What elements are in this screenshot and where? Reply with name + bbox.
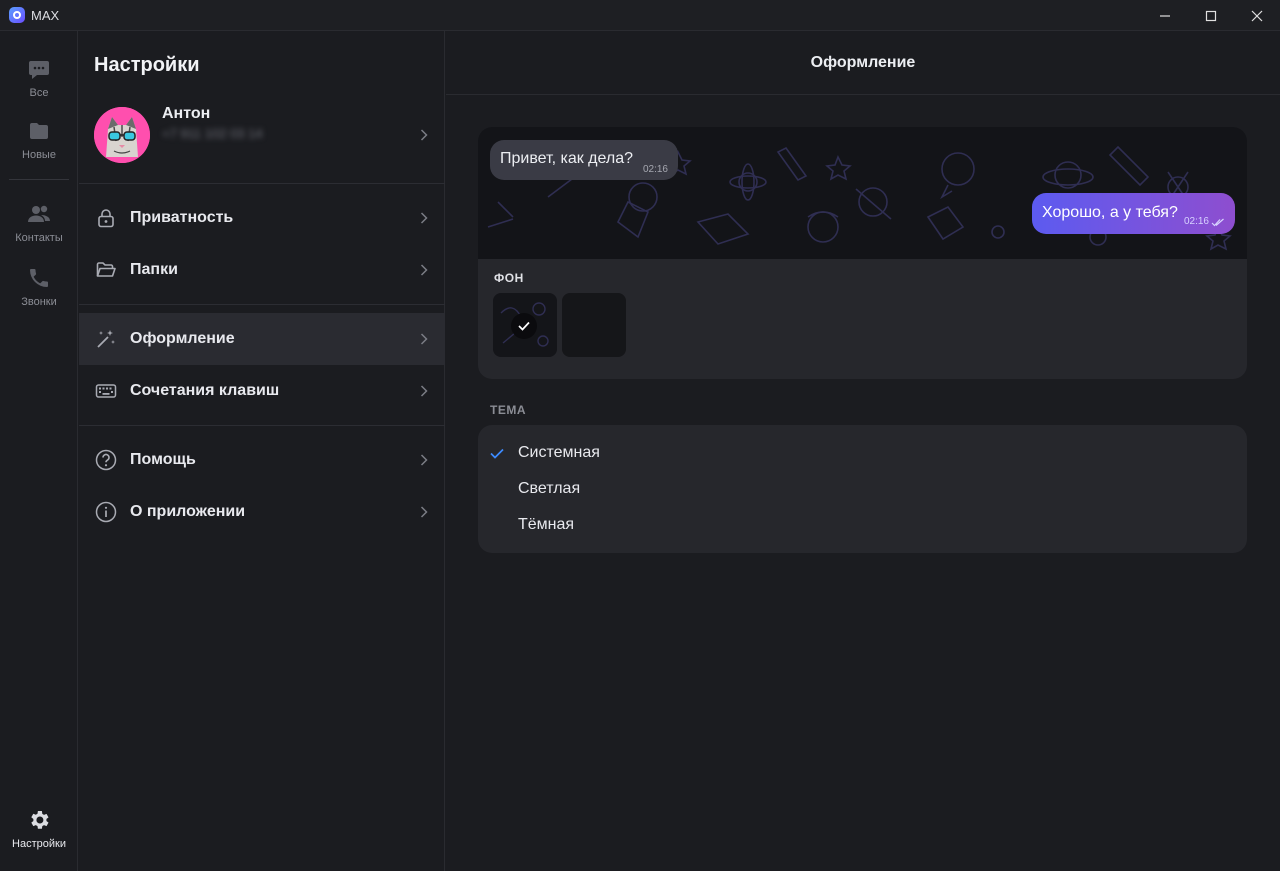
settings-item-label: Помощь <box>130 451 196 468</box>
outgoing-message: Хорошо, а у тебя? 02:16 <box>1032 193 1235 234</box>
rail-label-contacts: Контакты <box>15 232 63 244</box>
cat-avatar-icon <box>94 107 150 163</box>
chevron-right-icon <box>420 129 428 141</box>
background-swatch-space[interactable] <box>493 293 557 357</box>
message-text: Привет, как дела? <box>500 150 633 167</box>
rail-item-settings[interactable]: Настройки <box>0 808 78 850</box>
chevron-right-icon <box>420 212 428 224</box>
close-button[interactable] <box>1234 0 1280 31</box>
message-time: 02:16 <box>642 164 668 175</box>
folder-icon <box>30 123 48 139</box>
maximize-button[interactable] <box>1188 0 1234 31</box>
settings-title: Настройки <box>94 54 200 76</box>
background-label: ФОН <box>494 271 524 285</box>
chevron-right-icon <box>420 264 428 276</box>
settings-item-label: Приватность <box>130 209 234 226</box>
rail-item-calls[interactable]: Звонки <box>0 266 78 308</box>
settings-item-folders[interactable]: Папки <box>79 244 445 296</box>
title-bar: MAX <box>0 0 1280 31</box>
rail-divider <box>9 179 69 180</box>
keyboard-icon <box>95 384 117 398</box>
check-icon <box>518 321 530 331</box>
rail-label-calls: Звонки <box>21 296 57 308</box>
panel-title: Оформление <box>810 54 916 71</box>
selected-check <box>511 313 537 339</box>
double-check-icon <box>1211 218 1224 227</box>
settings-item-label: Папки <box>130 261 178 278</box>
gear-icon <box>31 811 49 829</box>
divider <box>79 183 445 184</box>
profile-phone: +7 911 102 03 14 <box>162 126 263 141</box>
folder-open-icon <box>96 262 116 277</box>
window-title: MAX <box>31 8 60 23</box>
chevron-right-icon <box>420 333 428 345</box>
nav-rail: Все Новые Контакты Звонки Настройки <box>0 31 78 871</box>
theme-option-dark[interactable]: Тёмная <box>478 507 1247 543</box>
settings-item-about[interactable]: О приложении <box>79 486 445 538</box>
profile-name: Антон <box>162 105 211 122</box>
minimize-icon <box>1160 14 1170 17</box>
background-swatch-plain[interactable] <box>562 293 626 357</box>
settings-item-label: Оформление <box>130 330 235 347</box>
settings-item-appearance[interactable]: Оформление <box>79 313 445 365</box>
app-logo-icon <box>9 7 25 23</box>
info-icon <box>95 501 117 523</box>
profile-row[interactable]: Антон +7 911 102 03 14 <box>79 99 445 183</box>
help-icon <box>95 449 117 471</box>
theme-option-system[interactable]: Системная <box>478 435 1247 471</box>
appearance-panel: Оформление Привет, как дела? 02:16 Хорош… <box>446 31 1280 871</box>
rail-item-new[interactable]: Новые <box>0 119 78 161</box>
minimize-button[interactable] <box>1142 0 1188 31</box>
check-icon <box>490 448 504 459</box>
rail-item-all[interactable]: Все <box>0 57 78 99</box>
magic-wand-icon <box>97 330 115 348</box>
rail-label-all: Все <box>29 87 49 99</box>
theme-option-label: Системная <box>518 444 600 461</box>
message-text: Хорошо, а у тебя? <box>1042 204 1178 221</box>
settings-item-privacy[interactable]: Приватность <box>79 192 445 244</box>
chevron-right-icon <box>420 454 428 466</box>
avatar <box>94 107 150 163</box>
rail-label-settings: Настройки <box>12 838 66 850</box>
theme-option-light[interactable]: Светлая <box>478 471 1247 507</box>
settings-item-label: Сочетания клавиш <box>130 382 280 399</box>
chat-icon <box>29 61 49 79</box>
rail-item-contacts[interactable]: Контакты <box>0 202 78 244</box>
chevron-right-icon <box>420 385 428 397</box>
divider <box>79 425 445 426</box>
divider <box>79 304 445 305</box>
theme-option-label: Тёмная <box>518 516 575 533</box>
phone-icon <box>30 269 48 287</box>
chat-preview: Привет, как дела? 02:16 Хорошо, а у тебя… <box>478 127 1247 259</box>
contacts-icon <box>28 205 50 222</box>
rail-label-new: Новые <box>22 149 56 161</box>
background-card: Привет, как дела? 02:16 Хорошо, а у тебя… <box>478 127 1247 379</box>
settings-item-shortcuts[interactable]: Сочетания клавиш <box>79 365 445 417</box>
close-icon <box>1251 10 1263 21</box>
maximize-icon <box>1205 10 1217 21</box>
chevron-right-icon <box>420 506 428 518</box>
theme-card: Системная Светлая Тёмная <box>478 425 1247 553</box>
settings-item-help[interactable]: Помощь <box>79 434 445 486</box>
settings-item-label: О приложении <box>130 503 246 520</box>
lock-icon <box>98 209 114 228</box>
panel-header: Оформление <box>446 31 1280 95</box>
theme-option-label: Светлая <box>518 480 581 497</box>
incoming-message: Привет, как дела? 02:16 <box>490 140 678 180</box>
theme-label: ТЕМА <box>490 403 526 417</box>
message-time: 02:16 <box>1183 216 1209 227</box>
settings-panel: Настройки Антон +7 911 102 03 14 Приватн… <box>79 31 445 871</box>
